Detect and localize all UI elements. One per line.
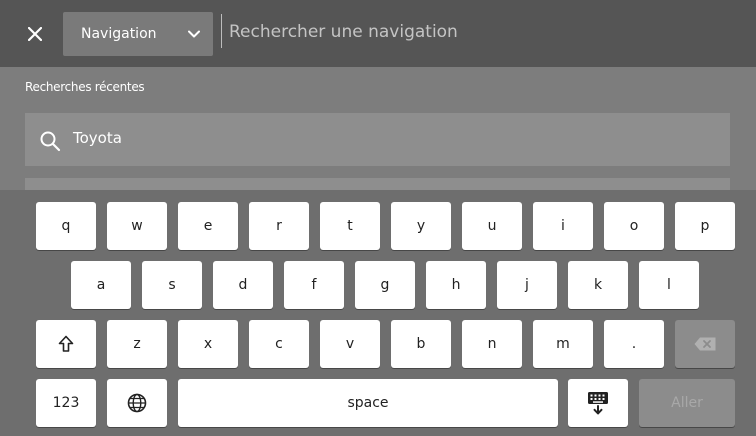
space-key[interactable]: space (178, 379, 558, 427)
key-s[interactable]: s (142, 261, 202, 309)
key-k[interactable]: k (568, 261, 628, 309)
key-w[interactable]: w (107, 202, 167, 250)
close-button[interactable] (22, 21, 48, 47)
key-c[interactable]: c (249, 320, 309, 368)
search-input[interactable] (229, 14, 729, 50)
key-g[interactable]: g (355, 261, 415, 309)
search-divider (221, 14, 222, 48)
search-icon (40, 131, 61, 152)
key-y[interactable]: y (391, 202, 451, 250)
key-p[interactable]: p (675, 202, 735, 250)
dropdown-selected-label: Navigation (81, 26, 157, 42)
top-bar: Navigation (0, 0, 756, 67)
key-n[interactable]: n (462, 320, 522, 368)
key-m[interactable]: m (533, 320, 593, 368)
key-r[interactable]: r (249, 202, 309, 250)
key-a[interactable]: a (71, 261, 131, 309)
key-z[interactable]: z (107, 320, 167, 368)
backspace-icon (694, 337, 716, 351)
hide-keyboard-key[interactable] (568, 379, 628, 427)
backspace-key[interactable] (675, 320, 735, 368)
key-i[interactable]: i (533, 202, 593, 250)
key-d[interactable]: d (213, 261, 273, 309)
key-t[interactable]: t (320, 202, 380, 250)
on-screen-keyboard: q w e r t y u i o p a s d f g h j k l z … (0, 190, 756, 436)
key-e[interactable]: e (178, 202, 238, 250)
recent-search-label: Toyota (73, 129, 122, 147)
key-q[interactable]: q (36, 202, 96, 250)
key-h[interactable]: h (426, 261, 486, 309)
key-l[interactable]: l (639, 261, 699, 309)
key-period[interactable]: . (604, 320, 664, 368)
recent-searches-heading: Recherches récentes (25, 80, 145, 94)
recent-search-item[interactable]: Toyota (25, 113, 730, 166)
globe-icon (127, 393, 147, 413)
key-j[interactable]: j (497, 261, 557, 309)
shift-key[interactable] (36, 320, 96, 368)
key-v[interactable]: v (320, 320, 380, 368)
key-f[interactable]: f (284, 261, 344, 309)
key-o[interactable]: o (604, 202, 664, 250)
close-icon (28, 27, 42, 41)
language-key[interactable] (107, 379, 167, 427)
keyboard-hide-icon (588, 392, 608, 415)
navigation-mode-dropdown[interactable]: Navigation (63, 12, 213, 56)
key-u[interactable]: u (462, 202, 522, 250)
key-x[interactable]: x (178, 320, 238, 368)
go-key[interactable]: Aller (639, 379, 735, 427)
numbers-key[interactable]: 123 (36, 379, 96, 427)
key-b[interactable]: b (391, 320, 451, 368)
shift-icon (58, 335, 74, 352)
chevron-down-icon (188, 30, 200, 38)
